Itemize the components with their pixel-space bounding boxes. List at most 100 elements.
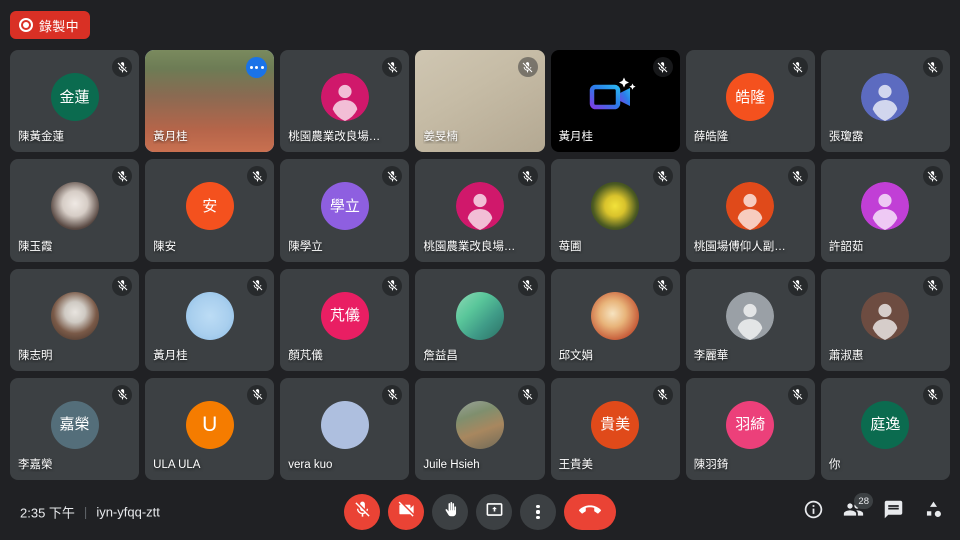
avatar: 皓隆 xyxy=(726,73,775,122)
camera-toggle-button[interactable] xyxy=(388,494,424,530)
avatar xyxy=(455,182,504,231)
mic-off-icon xyxy=(517,275,538,296)
avatar xyxy=(455,400,504,449)
participant-name: 黃月桂 xyxy=(558,131,594,144)
participant-name: 姜旻楠 xyxy=(423,131,458,144)
meeting-info-button[interactable] xyxy=(800,499,826,525)
activities-button[interactable] xyxy=(920,499,946,525)
participant-tile[interactable]: 姜旻楠 xyxy=(415,50,545,153)
participant-tile[interactable]: 金蓮陳黃金蓮 xyxy=(10,50,140,153)
participant-grid: 金蓮陳黃金蓮黃月桂桃園農業改良場教育...姜旻楠黃月桂皓隆薛皓隆張瓊露陳玉霞安陳… xyxy=(10,50,950,480)
participant-tile[interactable]: 蕭淑惠 xyxy=(820,268,950,371)
chat-icon xyxy=(883,499,904,525)
participant-tile[interactable]: 黃月桂 xyxy=(145,50,275,153)
participant-tile[interactable]: 桃園場傅仰人副場長 xyxy=(685,159,815,262)
participant-tile[interactable]: 學立陳學立 xyxy=(280,159,410,262)
participant-tile[interactable]: 安陳安 xyxy=(145,159,275,262)
participant-tile[interactable]: 嘉榮李嘉榮 xyxy=(10,377,140,480)
participant-tile[interactable]: Juile Hsieh xyxy=(415,377,545,480)
participant-name: 桃園場傅仰人副場長 xyxy=(693,240,789,253)
participant-tile[interactable]: 貴美 王貴美 xyxy=(550,377,680,480)
participant-name: 蕭淑惠 xyxy=(828,349,864,362)
video-effects-logo-icon xyxy=(586,73,644,121)
participant-name: 詹益昌 xyxy=(423,349,458,362)
mic-off-icon xyxy=(353,500,372,524)
participant-tile[interactable]: 李麗華 xyxy=(685,268,815,371)
participant-tile[interactable]: 桃園農業改良場教育... xyxy=(280,50,410,153)
participant-name: 陳安 xyxy=(153,240,177,253)
participant-tile[interactable]: 皓隆薛皓隆 xyxy=(685,50,815,153)
participant-name: 薛皓隆 xyxy=(693,131,729,144)
more-options-button[interactable] xyxy=(520,494,556,530)
mic-off-icon xyxy=(112,384,133,405)
participant-tile[interactable]: 陳玉霞 xyxy=(10,159,140,262)
participant-name: vera kuo xyxy=(288,459,333,471)
participants-button[interactable]: 28 xyxy=(840,493,873,525)
participant-name: 邱文娟 xyxy=(558,349,594,362)
avatar: 安 xyxy=(185,182,234,231)
mic-off-icon xyxy=(247,384,268,405)
end-call-button[interactable] xyxy=(564,494,616,530)
more-vertical-icon xyxy=(536,504,540,520)
participant-name: 你 xyxy=(828,459,841,471)
avatar: 學立 xyxy=(320,182,369,231)
avatar: 嘉榮 xyxy=(50,400,99,449)
mic-off-icon xyxy=(652,384,673,405)
participant-tile[interactable]: 詹益昌 xyxy=(415,268,545,371)
avatar xyxy=(861,291,910,340)
avatar xyxy=(50,182,99,231)
participant-tile[interactable]: 庭逸你 xyxy=(820,377,950,480)
participant-name: 張瓊露 xyxy=(828,131,864,144)
mic-off-icon xyxy=(652,57,673,77)
participants-count-badge: 28 xyxy=(854,493,873,509)
record-icon xyxy=(19,18,33,32)
avatar xyxy=(726,182,775,231)
mic-off-icon xyxy=(112,166,133,187)
participant-tile[interactable]: 芃儀 顏芃儀 xyxy=(280,268,410,371)
participant-tile[interactable]: 羽綺 陳羽錡 xyxy=(685,377,815,480)
participant-name: 許韶茹 xyxy=(828,240,864,253)
mic-off-icon xyxy=(382,166,403,187)
mic-off-icon xyxy=(112,57,133,77)
meeting-time: 2:35 下午 xyxy=(20,505,75,521)
participant-tile[interactable]: 許韶茹 xyxy=(820,159,950,262)
participant-tile[interactable]: 陳志明 xyxy=(10,268,140,371)
avatar: 貴美 xyxy=(591,400,640,449)
mic-off-icon xyxy=(922,57,943,77)
end-call-icon xyxy=(579,499,601,526)
participant-tile[interactable]: 邱文娟 xyxy=(550,268,680,371)
participant-name: 桃園農業改良場教育... xyxy=(423,240,518,253)
right-actions: 28 xyxy=(800,493,946,525)
activities-icon xyxy=(923,499,944,525)
mic-off-icon xyxy=(247,275,268,296)
meeting-code[interactable]: iyn-yfqq-ztt xyxy=(96,505,160,520)
participant-tile[interactable]: U ULA ULA xyxy=(145,377,275,480)
participant-tile[interactable]: 苺圃 xyxy=(550,159,680,262)
participant-name: 陳黃金蓮 xyxy=(18,131,64,144)
participant-tile[interactable]: vera kuo xyxy=(280,377,410,480)
participant-name: 陳志明 xyxy=(18,349,53,362)
participant-name: 李嘉榮 xyxy=(18,459,53,471)
raise-hand-button[interactable] xyxy=(432,494,468,530)
participant-tile[interactable]: 桃園農業改良場教育... xyxy=(415,159,545,262)
participant-tile[interactable]: 張瓊露 xyxy=(820,50,950,153)
avatar: U xyxy=(185,400,234,449)
participant-tile[interactable]: 黃月桂 xyxy=(550,50,680,153)
mic-off-icon xyxy=(382,57,403,77)
chat-button[interactable] xyxy=(880,499,906,525)
mic-off-icon xyxy=(247,166,268,187)
participant-name: 陳玉霞 xyxy=(18,240,53,253)
info-icon xyxy=(803,499,824,525)
mic-toggle-button[interactable] xyxy=(344,494,380,530)
participant-name: Juile Hsieh xyxy=(423,459,480,471)
avatar: 金蓮 xyxy=(50,73,99,122)
participant-name: 陳學立 xyxy=(288,240,323,253)
mic-off-icon xyxy=(922,166,943,187)
avatar: 庭逸 xyxy=(861,400,910,449)
participant-name: 李麗華 xyxy=(693,349,729,362)
camera-off-icon xyxy=(397,500,416,524)
present-screen-button[interactable] xyxy=(476,494,512,530)
participant-tile[interactable]: 黃月桂 xyxy=(145,268,275,371)
mic-off-icon xyxy=(652,166,673,187)
call-controls xyxy=(344,494,616,530)
